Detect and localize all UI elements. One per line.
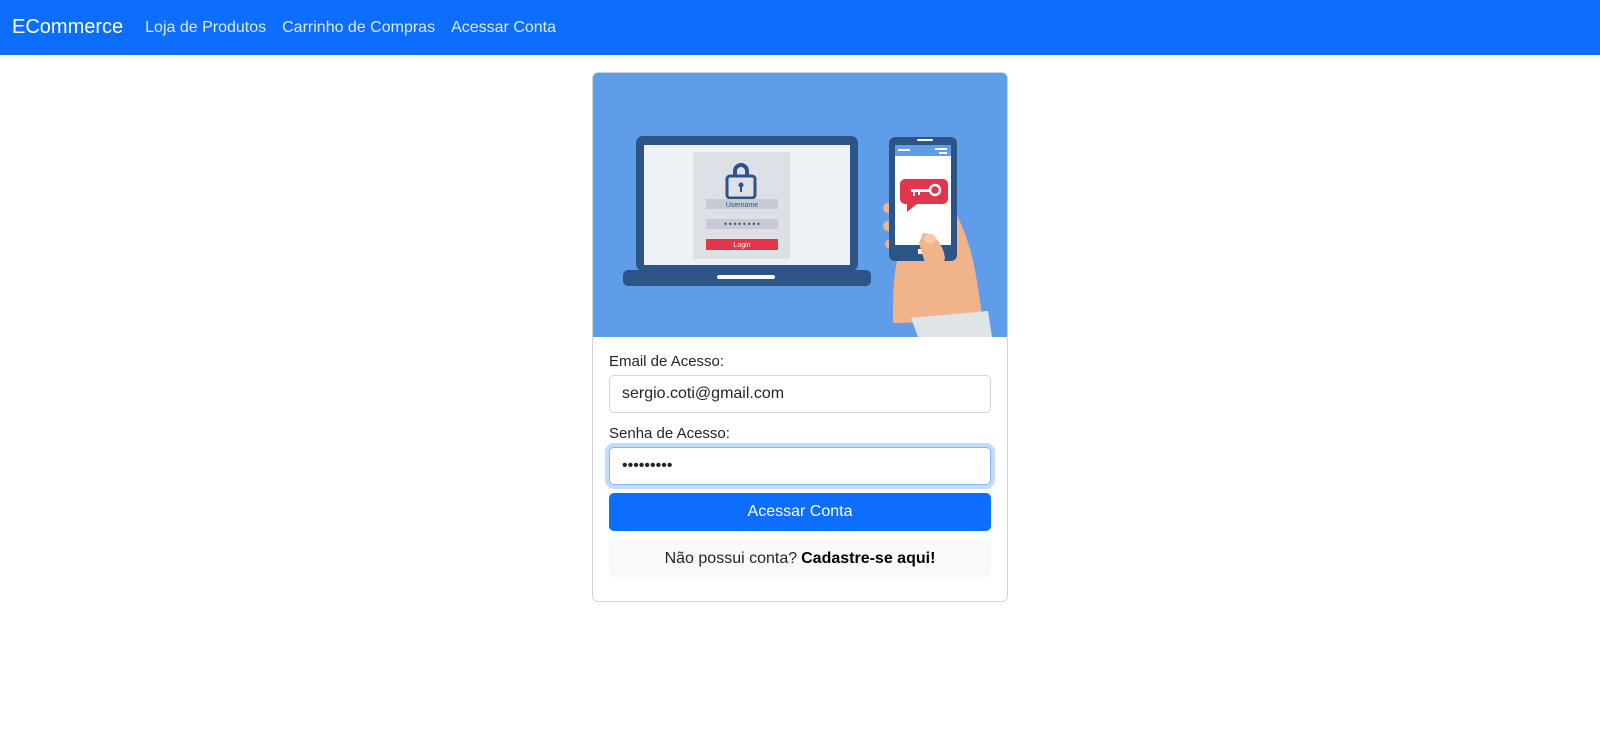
login-form: Email de Acesso: Senha de Acesso: Acessa…: [609, 353, 991, 577]
email-input[interactable]: [609, 375, 991, 413]
register-prompt: Não possui conta?: [664, 549, 798, 567]
submit-button[interactable]: Acessar Conta: [609, 493, 991, 531]
laptop-icon: [623, 136, 871, 286]
login-card: Username •••••••• Login Email de Acesso:…: [592, 72, 1008, 602]
nav-link-acessar-conta[interactable]: Acessar Conta: [451, 19, 556, 37]
email-group: Email de Acesso:: [609, 353, 991, 413]
illustration-username-text: Username: [726, 202, 758, 209]
navbar: ECommerce Loja de Produtos Carrinho de C…: [0, 0, 1600, 55]
illustration-password-text: ••••••••: [723, 220, 761, 229]
email-label: Email de Acesso:: [609, 353, 725, 370]
register-box: Não possui conta? Cadastre-se aqui!: [609, 540, 991, 577]
brand-link[interactable]: ECommerce: [12, 16, 123, 39]
password-label: Senha de Acesso:: [609, 425, 730, 442]
illustration-login-text: Login: [733, 242, 750, 249]
register-link[interactable]: Cadastre-se aqui!: [801, 550, 935, 568]
nav-link-loja[interactable]: Loja de Produtos: [145, 19, 266, 37]
password-group: Senha de Acesso:: [609, 425, 991, 485]
login-illustration-svg: Username •••••••• Login: [623, 136, 992, 337]
login-illustration: Username •••••••• Login: [593, 73, 1007, 337]
nav-link-carrinho[interactable]: Carrinho de Compras: [282, 19, 435, 37]
password-input[interactable]: [609, 447, 991, 485]
